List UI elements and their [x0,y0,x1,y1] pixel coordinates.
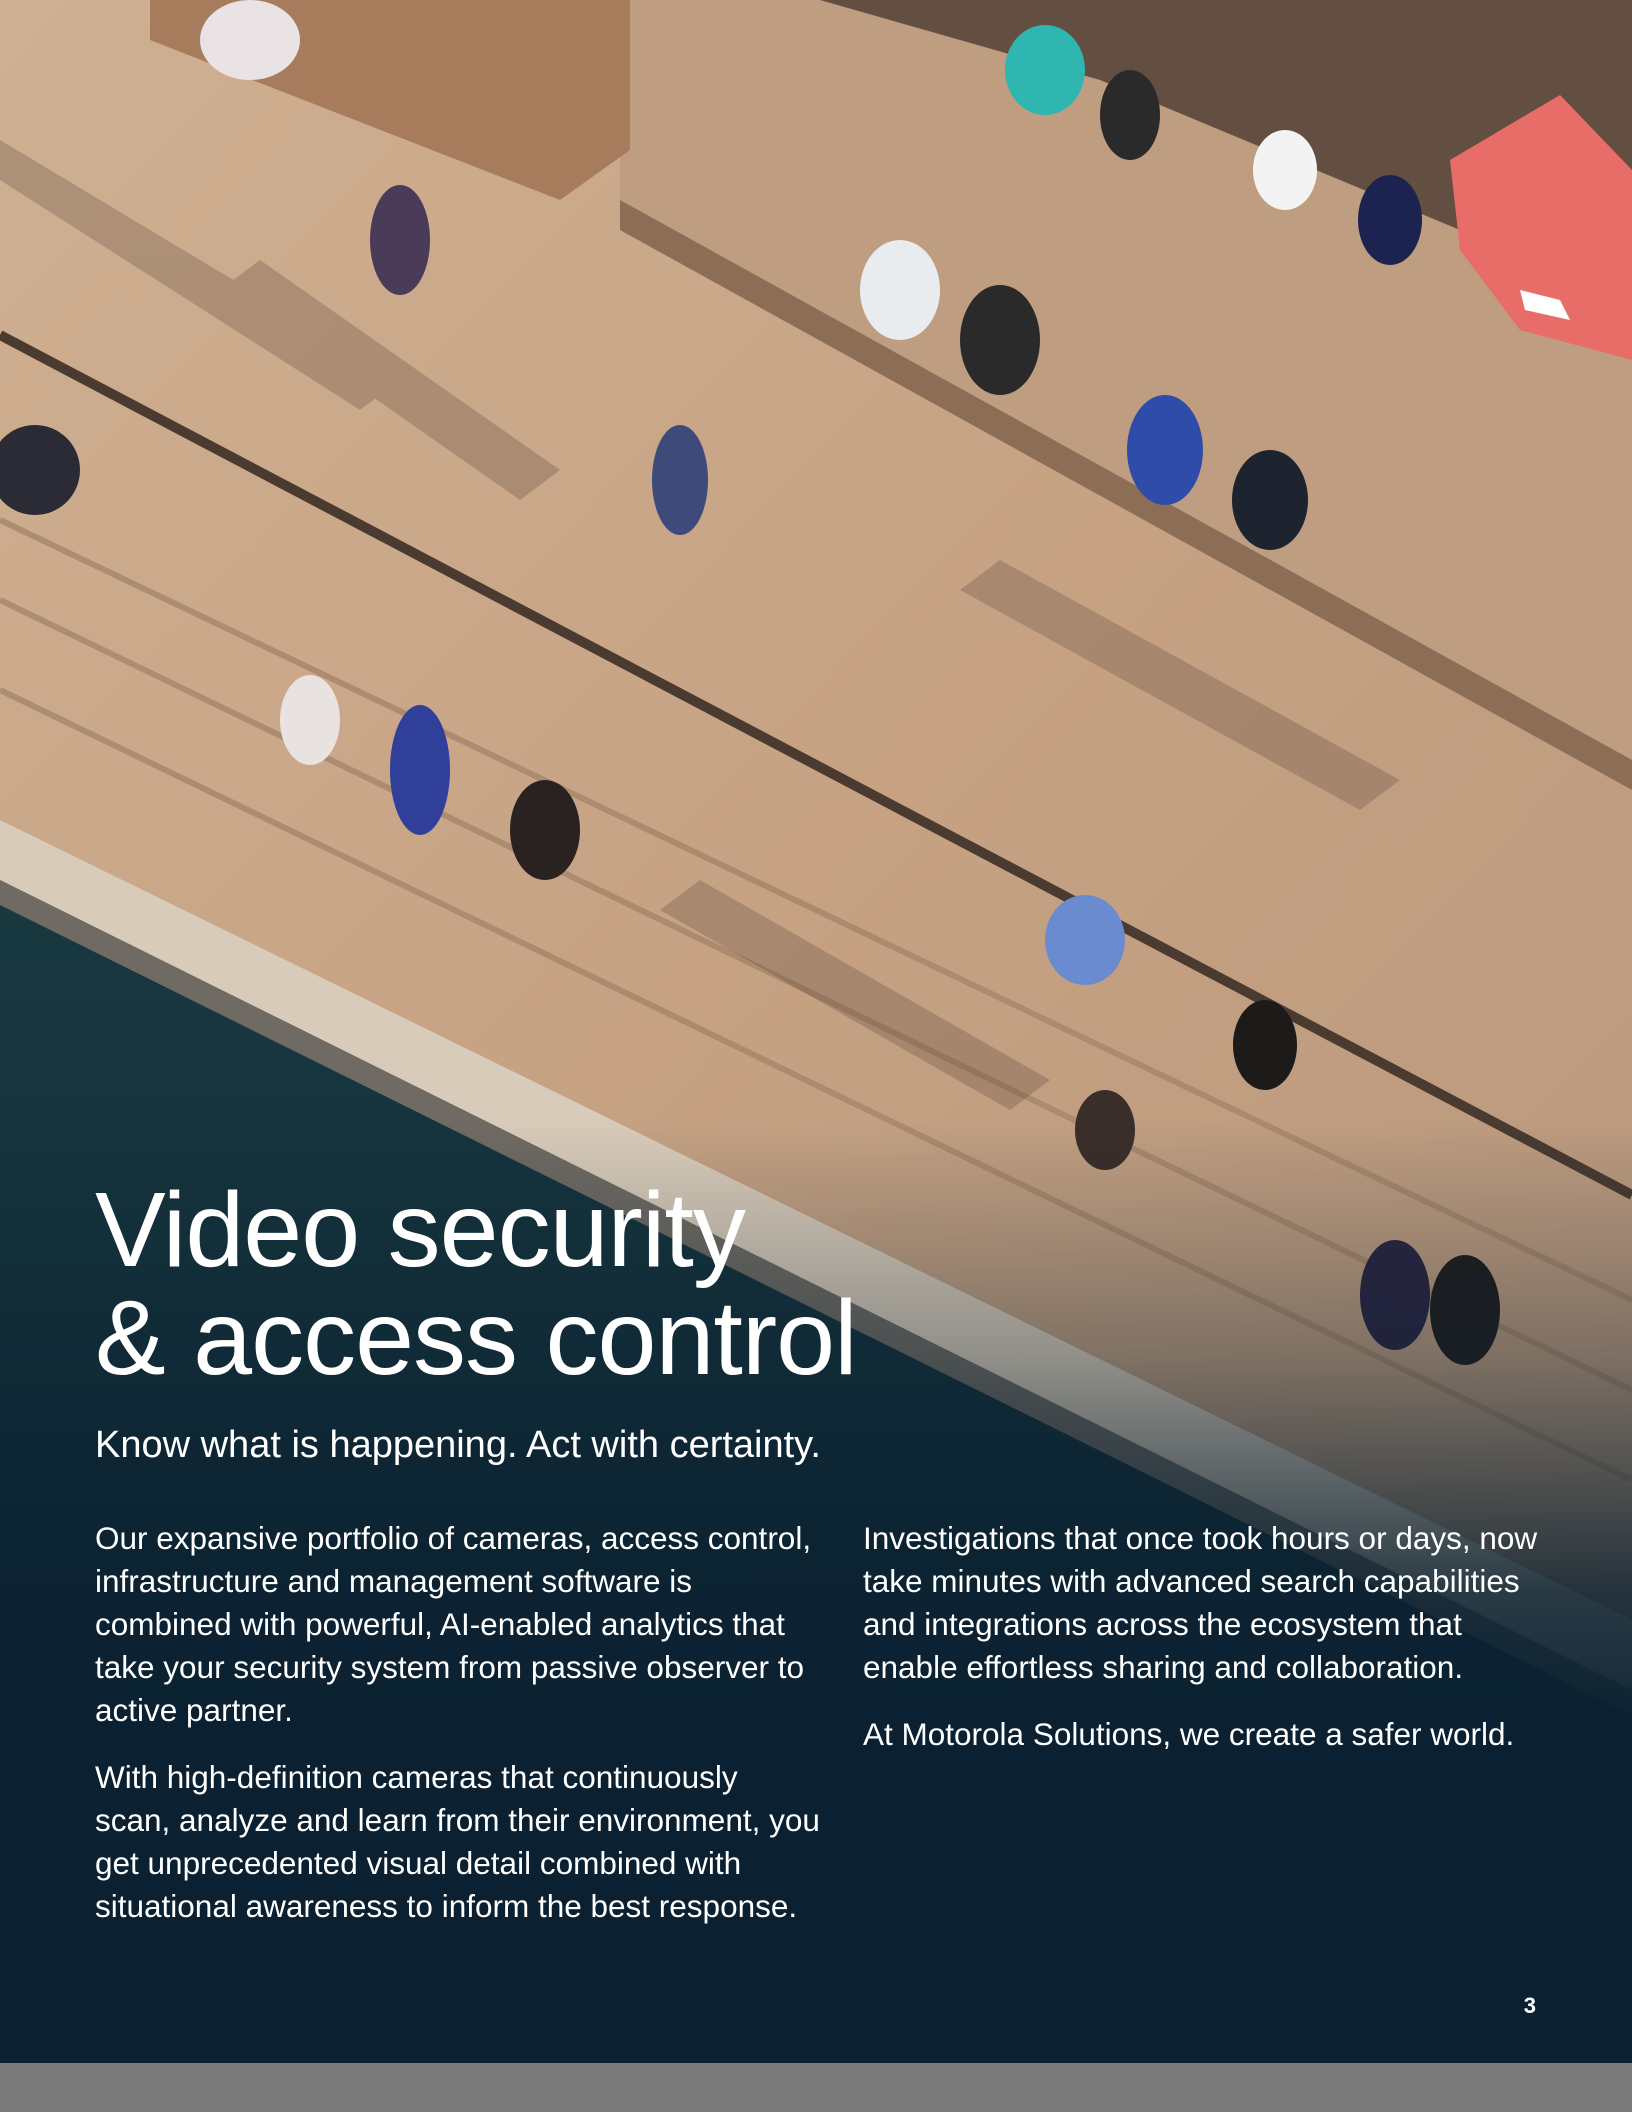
right-text-column: Investigations that once took hours or d… [863,1517,1563,1780]
paragraph: With high-definition cameras that contin… [95,1759,820,1924]
page-number: 3 [1523,1993,1536,2018]
title-line-2: & access control [95,1279,858,1397]
title-line-1: Video security [95,1171,746,1289]
left-text-column: Our expansive portfolio of cameras, acce… [95,1517,820,1952]
paragraph: Our expansive portfolio of cameras, acce… [95,1520,812,1728]
page-subtitle: Know what is happening. Act with certain… [95,1424,821,1466]
page-title: Video security & access control [95,1171,858,1397]
paragraph: Investigations that once took hours or d… [863,1520,1538,1685]
document-page: Video security & access control Know wha… [0,0,1632,2063]
paragraph: At Motorola Solutions, we create a safer… [863,1716,1515,1752]
viewer-bottom-band [0,2063,1632,2112]
